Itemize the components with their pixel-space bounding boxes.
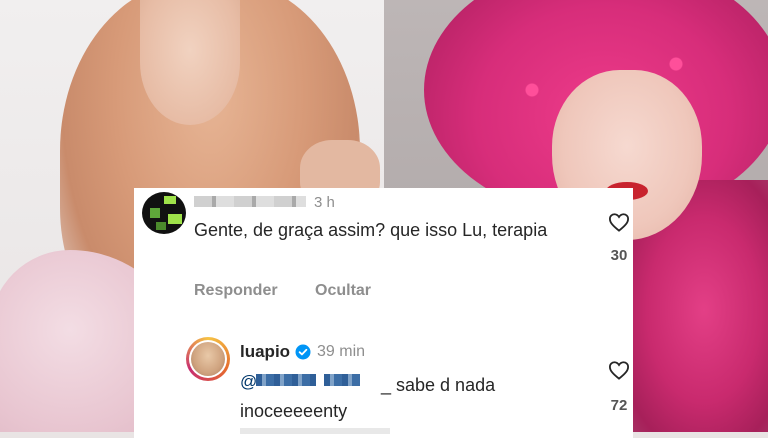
- reply-like-count: 72: [610, 397, 628, 414]
- reply-text-block: _ sabe d nada inoceeeeenty: [240, 372, 600, 424]
- reply-text: _ sabe d nada inoceeeeenty: [240, 375, 496, 421]
- verified-badge-icon: [295, 344, 311, 360]
- commenter-avatar[interactable]: [142, 192, 186, 234]
- reply-avatar[interactable]: [186, 337, 230, 381]
- hide-button[interactable]: Ocultar: [315, 282, 371, 300]
- reply-username[interactable]: luapio: [240, 342, 290, 362]
- comment-card: 3 h Gente, de graça assim? que isso Lu, …: [134, 188, 633, 438]
- comment-text: Gente, de graça assim? que isso Lu, tera…: [194, 220, 548, 240]
- commenter-username-blurred[interactable]: [194, 196, 306, 207]
- reply-button[interactable]: Responder: [194, 282, 278, 300]
- next-row-faint: [240, 428, 390, 434]
- heart-outline-icon[interactable]: [608, 212, 630, 232]
- comment-timestamp: 3 h: [314, 194, 335, 211]
- heart-outline-icon[interactable]: [608, 360, 630, 380]
- face-shape: [140, 0, 240, 125]
- comment-like-count: 30: [610, 247, 628, 264]
- reply-timestamp: 39 min: [317, 343, 366, 360]
